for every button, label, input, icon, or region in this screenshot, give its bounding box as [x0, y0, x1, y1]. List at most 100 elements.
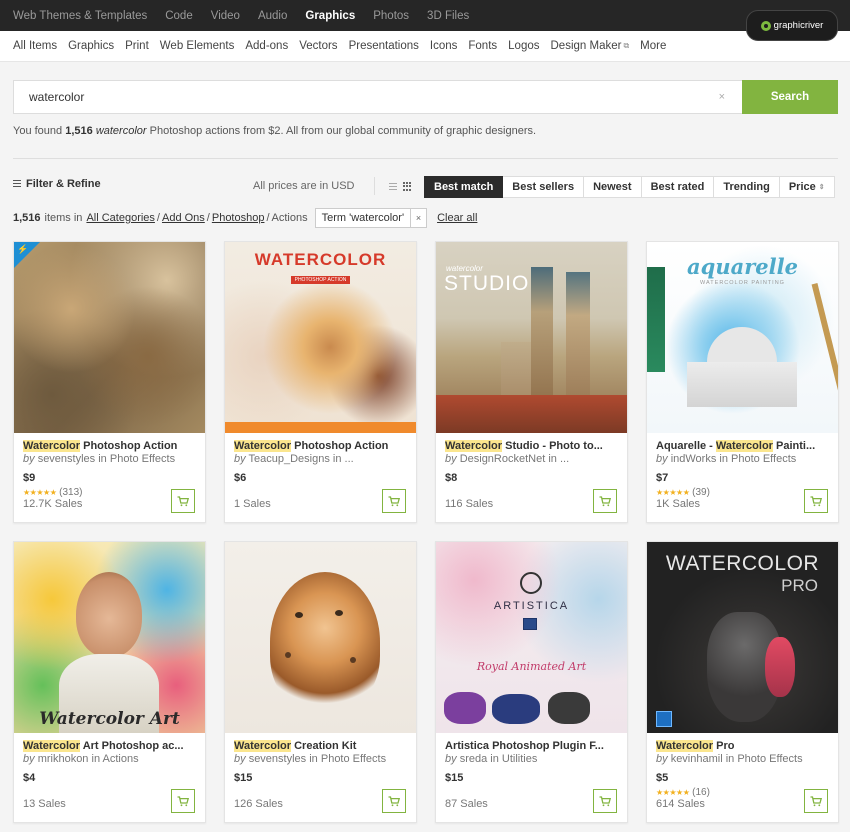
star-rating-icon: ★★★★★: [656, 788, 690, 797]
product-title[interactable]: Watercolor Art Photoshop ac...: [23, 740, 196, 753]
product-price: $6: [234, 472, 247, 484]
subnav-presentations[interactable]: Presentations: [349, 40, 419, 52]
brand-name: graphicriver: [773, 20, 824, 31]
items-in-label: items in: [44, 212, 83, 224]
product-thumbnail[interactable]: [225, 542, 416, 733]
subnav-graphics[interactable]: Graphics: [68, 40, 114, 52]
divider: [13, 158, 838, 159]
sort-price[interactable]: Price ⇕: [779, 176, 835, 198]
product-card[interactable]: ⚡ Watercolor Photoshop Action by sevenst…: [13, 241, 206, 523]
nav-web-themes[interactable]: Web Themes & Templates: [13, 10, 147, 22]
subnav-web-elements[interactable]: Web Elements: [160, 40, 235, 52]
author-name[interactable]: mrikhokon: [38, 753, 89, 765]
add-to-cart-button[interactable]: [593, 789, 617, 813]
subnav-all-items[interactable]: All Items: [13, 40, 57, 52]
add-to-cart-button[interactable]: [171, 789, 195, 813]
brand-logo[interactable]: graphicriver: [746, 10, 838, 41]
category-name[interactable]: ...: [345, 453, 354, 465]
add-to-cart-button[interactable]: [593, 489, 617, 513]
product-card[interactable]: ARTISTICA Royal Animated Art Artistica P…: [435, 541, 628, 823]
product-title[interactable]: Artistica Photoshop Plugin F...: [445, 740, 618, 753]
author-name[interactable]: sreda: [460, 753, 488, 765]
product-title[interactable]: Watercolor Pro: [656, 740, 829, 753]
author-name[interactable]: sevenstyles: [249, 753, 306, 765]
author-name[interactable]: kevinhamil: [671, 753, 723, 765]
product-title[interactable]: Watercolor Photoshop Action: [23, 440, 196, 453]
brush-shape: [811, 283, 838, 401]
subnav-vectors[interactable]: Vectors: [299, 40, 337, 52]
breadcrumb-all-categories[interactable]: All Categories: [86, 212, 154, 224]
remove-term-icon[interactable]: ×: [410, 208, 426, 228]
product-card[interactable]: WATERCOLOR PRO Watercolor Pro by kevinha…: [646, 541, 839, 823]
product-author: by sevenstyles in Photo Effects: [23, 453, 176, 465]
star-rating-icon: ★★★★★: [23, 488, 57, 497]
cart-icon: [810, 495, 822, 506]
author-name[interactable]: Teacup_Designs: [248, 453, 329, 465]
product-thumbnail[interactable]: WATERCOLOR PHOTOSHOP ACTION: [225, 242, 416, 433]
subnav-icons[interactable]: Icons: [430, 40, 458, 52]
product-thumbnail[interactable]: Watercolor Art: [14, 542, 205, 733]
nav-graphics[interactable]: Graphics: [305, 10, 355, 22]
sort-newest[interactable]: Newest: [584, 176, 642, 198]
add-to-cart-button[interactable]: [171, 489, 195, 513]
category-name[interactable]: Photo Effects: [321, 753, 386, 765]
author-name[interactable]: DesignRocketNet: [460, 453, 546, 465]
product-card[interactable]: watercolor STUDIO Watercolor Studio - Ph…: [435, 241, 628, 523]
sort-best-rated[interactable]: Best rated: [641, 176, 715, 198]
nav-video[interactable]: Video: [211, 10, 240, 22]
search-button[interactable]: Search: [742, 80, 838, 114]
category-name[interactable]: ...: [560, 453, 569, 465]
category-name[interactable]: Photo Effects: [110, 453, 175, 465]
nav-3d-files[interactable]: 3D Files: [427, 10, 469, 22]
clear-all-link[interactable]: Clear all: [437, 212, 477, 224]
photoshop-badge-icon: [656, 711, 672, 727]
subnav-print[interactable]: Print: [125, 40, 149, 52]
product-thumbnail[interactable]: WATERCOLOR PRO: [647, 542, 838, 733]
grid-view-icon[interactable]: [403, 182, 412, 191]
clear-search-icon[interactable]: ×: [719, 91, 725, 103]
paint-swatch: [444, 692, 486, 724]
product-thumbnail[interactable]: aquarelle WATERCOLOR PAINTING: [647, 242, 838, 433]
nav-audio[interactable]: Audio: [258, 10, 287, 22]
author-name[interactable]: sevenstyles: [38, 453, 95, 465]
product-thumbnail[interactable]: ARTISTICA Royal Animated Art: [436, 542, 627, 733]
sort-best-sellers[interactable]: Best sellers: [503, 176, 585, 198]
add-to-cart-button[interactable]: [382, 789, 406, 813]
list-view-icon[interactable]: [389, 183, 397, 192]
product-card[interactable]: aquarelle WATERCOLOR PAINTING Aquarelle …: [646, 241, 839, 523]
cart-icon: [810, 795, 822, 806]
sort-trending[interactable]: Trending: [714, 176, 780, 198]
subnav-add-ons[interactable]: Add-ons: [245, 40, 288, 52]
product-price: $7: [656, 472, 669, 484]
category-name[interactable]: Actions: [103, 753, 139, 765]
breadcrumb-photoshop[interactable]: Photoshop: [212, 212, 265, 224]
subnav-logos[interactable]: Logos: [508, 40, 539, 52]
cart-icon: [177, 795, 189, 806]
product-thumbnail[interactable]: ⚡: [14, 242, 205, 433]
nav-code[interactable]: Code: [165, 10, 193, 22]
product-title[interactable]: Watercolor Studio - Photo to...: [445, 440, 618, 453]
category-name[interactable]: Photo Effects: [731, 453, 796, 465]
nav-photos[interactable]: Photos: [373, 10, 409, 22]
author-name[interactable]: indWorks: [671, 453, 717, 465]
product-author: by indWorks in Photo Effects: [656, 453, 797, 465]
search-input[interactable]: watercolor ×: [13, 80, 742, 114]
product-thumbnail[interactable]: watercolor STUDIO: [436, 242, 627, 433]
sort-best-match[interactable]: Best match: [424, 176, 504, 198]
product-card[interactable]: WATERCOLOR PHOTOSHOP ACTION Watercolor P…: [224, 241, 417, 523]
subnav-more[interactable]: More: [640, 40, 666, 52]
add-to-cart-button[interactable]: [804, 789, 828, 813]
subnav-fonts[interactable]: Fonts: [468, 40, 497, 52]
breadcrumb-add-ons[interactable]: Add Ons: [162, 212, 205, 224]
product-title[interactable]: Watercolor Creation Kit: [234, 740, 407, 753]
product-card[interactable]: Watercolor Creation Kit by sevenstyles i…: [224, 541, 417, 823]
category-name[interactable]: Photo Effects: [737, 753, 802, 765]
filter-refine-toggle[interactable]: Filter & Refine: [13, 178, 101, 190]
product-title[interactable]: Aquarelle - Watercolor Painti...: [656, 440, 829, 453]
category-name[interactable]: Utilities: [502, 753, 537, 765]
add-to-cart-button[interactable]: [804, 489, 828, 513]
add-to-cart-button[interactable]: [382, 489, 406, 513]
product-card[interactable]: Watercolor Art Watercolor Art Photoshop …: [13, 541, 206, 823]
subnav-design-maker[interactable]: Design Maker ⧉: [551, 40, 630, 52]
product-title[interactable]: Watercolor Photoshop Action: [234, 440, 407, 453]
